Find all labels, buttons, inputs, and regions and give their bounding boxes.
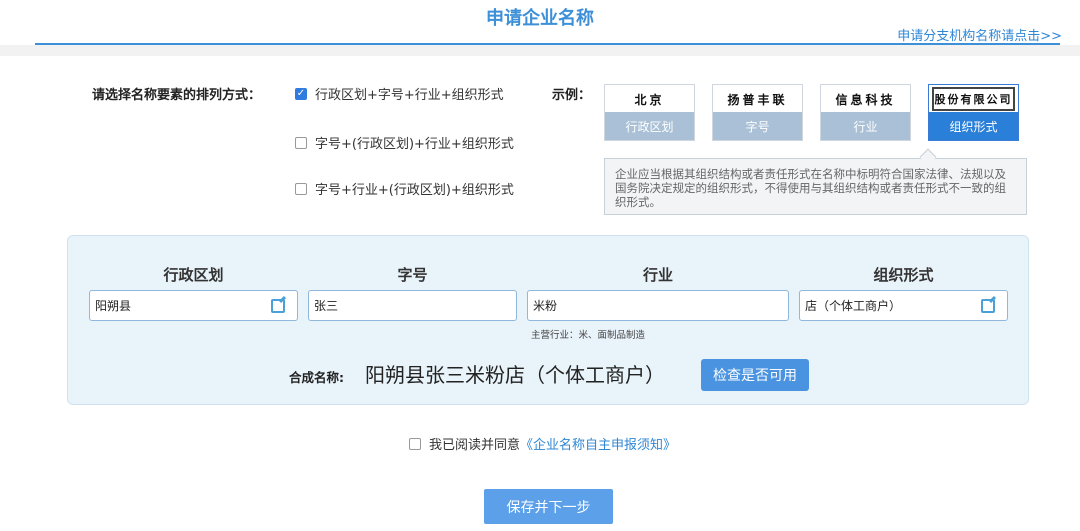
org-form-field[interactable]: 店（个体工商户） bbox=[799, 290, 1008, 321]
checkbox-checked-icon[interactable]: ✓ bbox=[295, 87, 307, 100]
example-caption-industry: 行业 bbox=[821, 112, 910, 140]
save-next-button[interactable]: 保存并下一步 bbox=[484, 489, 613, 524]
example-caption-brand: 字号 bbox=[713, 112, 802, 140]
org-form-value: 店（个体工商户） bbox=[805, 299, 902, 313]
example-seal-org-form: 股份有限公司 bbox=[932, 87, 1015, 111]
order-option-1[interactable]: ✓ 行政区划+字号+行业+组织形式 bbox=[295, 84, 504, 103]
example-card-brand[interactable]: 扬普丰联 字号 bbox=[712, 84, 803, 141]
industry-field[interactable]: 米粉 bbox=[527, 290, 789, 321]
header-divider-band bbox=[0, 45, 1080, 56]
industry-value: 米粉 bbox=[533, 299, 558, 313]
check-availability-button[interactable]: 检查是否可用 bbox=[701, 359, 809, 391]
example-seal-region: 北京 bbox=[634, 92, 665, 107]
brand-field[interactable]: 张三 bbox=[308, 290, 517, 321]
example-card-org-form[interactable]: 股份有限公司 组织形式 bbox=[928, 84, 1019, 141]
example-caption-org-form: 组织形式 bbox=[929, 112, 1018, 140]
region-value: 阳朔县 bbox=[95, 299, 132, 313]
checkbox-icon[interactable] bbox=[295, 136, 307, 149]
edit-icon[interactable] bbox=[271, 299, 285, 313]
apply-company-name-page: 申请企业名称 申请分支机构名称请点击>> 请选择名称要素的排列方式： ✓ 行政区… bbox=[0, 0, 1080, 531]
combined-name: 阳朔县张三米粉店（个体工商户） bbox=[365, 363, 665, 387]
example-seal-industry: 信息科技 bbox=[835, 92, 896, 107]
agreement-checkbox[interactable] bbox=[409, 437, 421, 450]
brand-value: 张三 bbox=[314, 299, 339, 313]
industry-hint: 主营行业：米、面制品制造 bbox=[531, 330, 646, 341]
checkbox-icon[interactable] bbox=[295, 182, 307, 195]
example-seal-brand: 扬普丰联 bbox=[727, 92, 788, 107]
order-option-3[interactable]: 字号+行业+(行政区划)+组织形式 bbox=[295, 179, 514, 198]
order-option-2[interactable]: 字号+(行政区划)+行业+组织形式 bbox=[295, 133, 514, 152]
agreement-link[interactable]: 《企业名称自主申报须知》 bbox=[520, 434, 676, 453]
agreement-text: 我已阅读并同意 bbox=[429, 438, 521, 453]
order-option-2-label: 字号+(行政区划)+行业+组织形式 bbox=[315, 137, 514, 152]
region-field[interactable]: 阳朔县 bbox=[89, 290, 298, 321]
header-brand: 字号 bbox=[397, 266, 428, 284]
order-selection-label: 请选择名称要素的排列方式： bbox=[92, 88, 262, 103]
order-option-1-label: 行政区划+字号+行业+组织形式 bbox=[315, 88, 504, 103]
order-option-3-label: 字号+行业+(行政区划)+组织形式 bbox=[315, 183, 514, 198]
header-region: 行政区划 bbox=[163, 266, 224, 284]
combined-name-label: 合成名称: bbox=[289, 370, 344, 385]
example-caption-region: 行政区划 bbox=[605, 112, 694, 140]
org-form-tooltip: 企业应当根据其组织结构或者责任形式在名称中标明符合国家法律、法规以及国务院决定规… bbox=[604, 158, 1027, 215]
edit-icon[interactable] bbox=[981, 299, 995, 313]
example-label: 示例： bbox=[552, 88, 592, 103]
branch-name-link[interactable]: 申请分支机构名称请点击>> bbox=[897, 25, 1062, 44]
header-org-form: 组织形式 bbox=[873, 266, 934, 284]
agreement-row[interactable]: 我已阅读并同意 《企业名称自主申报须知》 bbox=[409, 434, 676, 453]
example-card-industry[interactable]: 信息科技 行业 bbox=[820, 84, 911, 141]
example-card-region[interactable]: 北京 行政区划 bbox=[604, 84, 695, 141]
header-industry: 行业 bbox=[642, 266, 673, 284]
